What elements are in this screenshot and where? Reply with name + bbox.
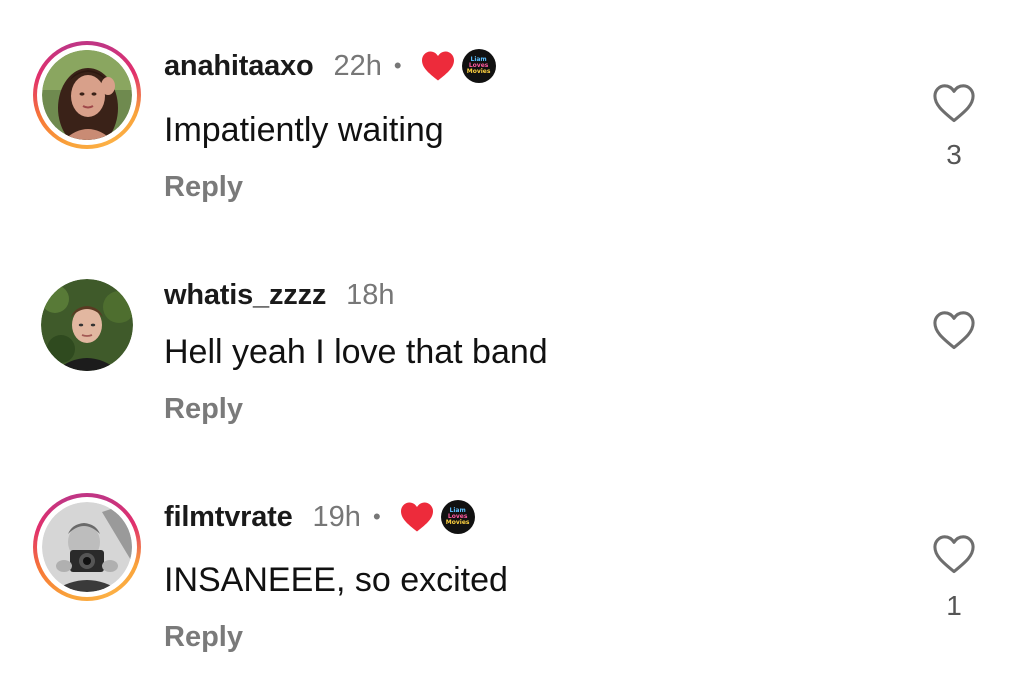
- comment-header: whatis_zzzz 18h: [164, 275, 395, 315]
- avatar-ring-gap: [37, 45, 137, 145]
- comment-header: anahitaaxo 22h • Liam Loves Movies: [164, 46, 496, 86]
- badge-line: Movies: [445, 519, 470, 526]
- creator-liked-heart-icon: [400, 502, 433, 532]
- reply-button[interactable]: Reply: [164, 171, 243, 204]
- avatar-wrap[interactable]: [33, 271, 141, 379]
- separator-dot: •: [393, 53, 402, 78]
- avatar-ring-gap: [37, 497, 137, 597]
- reply-button[interactable]: Reply: [164, 393, 243, 426]
- creator-avatar-icon: Liam Loves Movies: [461, 49, 496, 83]
- comment-text: INSANEEE, so excited: [164, 561, 508, 599]
- badge-line: Movies: [466, 68, 491, 75]
- like-count: 3: [946, 139, 962, 170]
- comment-text: Hell yeah I love that band: [164, 333, 548, 371]
- timestamp: 22h: [333, 49, 382, 82]
- heart-outline-icon[interactable]: [931, 82, 977, 124]
- reply-button[interactable]: Reply: [164, 621, 243, 654]
- creator-liked-heart-icon: [421, 51, 454, 81]
- like-count: 1: [946, 590, 962, 621]
- username[interactable]: filmtvrate: [164, 501, 293, 534]
- heart-outline-icon[interactable]: [931, 309, 977, 351]
- comment-text: Impatiently waiting: [164, 111, 444, 149]
- avatar: [42, 50, 132, 140]
- comment-header: filmtvrate 19h • Liam Loves Movies: [164, 497, 475, 537]
- heart-outline-icon[interactable]: [931, 533, 977, 575]
- timestamp: 18h: [346, 278, 395, 311]
- avatar-story-ring[interactable]: [33, 41, 141, 149]
- avatar-story-ring[interactable]: [33, 493, 141, 601]
- timestamp: 19h: [312, 500, 361, 533]
- username[interactable]: whatis_zzzz: [164, 279, 326, 312]
- avatar: [42, 502, 132, 592]
- avatar: [41, 279, 133, 371]
- creator-avatar-icon: Liam Loves Movies: [440, 500, 475, 534]
- username[interactable]: anahitaaxo: [164, 50, 314, 83]
- separator-dot: •: [372, 504, 381, 529]
